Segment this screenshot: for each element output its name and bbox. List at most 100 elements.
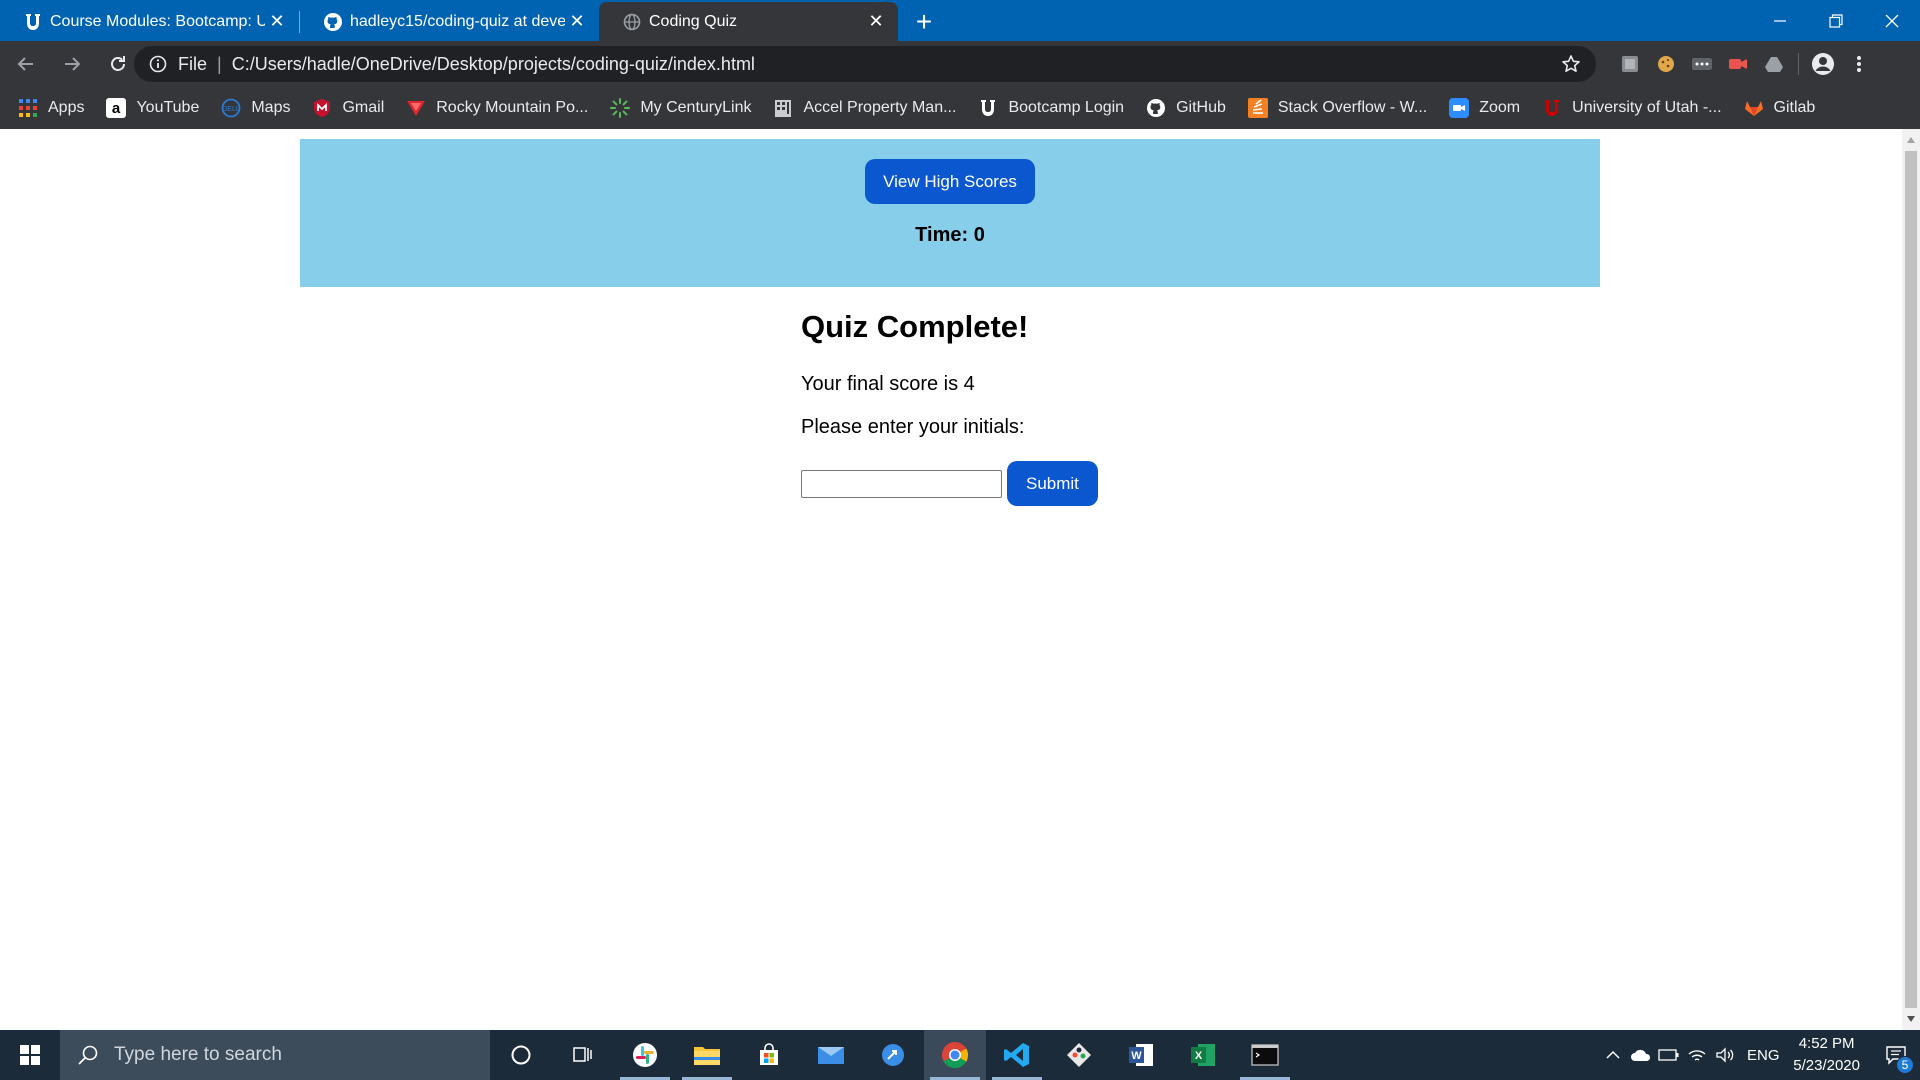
info-icon[interactable] — [148, 54, 168, 74]
scrollbar-thumb[interactable] — [1905, 151, 1917, 1008]
svg-text:a: a — [112, 100, 121, 117]
initials-input[interactable] — [801, 469, 1002, 498]
bookmark-maps[interactable]: DELL Maps — [221, 98, 290, 118]
view-high-scores-button[interactable]: View High Scores — [865, 159, 1035, 204]
taskbar-apps: W X — [490, 1030, 1296, 1080]
windows-start-icon[interactable] — [0, 1030, 60, 1080]
terminal-icon[interactable] — [1234, 1030, 1296, 1080]
language-indicator[interactable]: ENG — [1739, 1030, 1787, 1080]
quiz-complete-panel: Quiz Complete! Your final score is 4 Ple… — [801, 309, 1401, 506]
vscode-icon[interactable] — [986, 1030, 1048, 1080]
close-icon[interactable]: ✕ — [267, 11, 287, 31]
github-icon — [322, 11, 344, 33]
action-center-icon[interactable]: 5 — [1872, 1030, 1920, 1080]
drive-icon[interactable] — [1756, 48, 1792, 80]
bookmark-github[interactable]: GitHub — [1146, 98, 1226, 118]
tab-title: Coding Quiz — [649, 12, 738, 30]
svg-text:W: W — [1131, 1050, 1142, 1062]
bookmark-label: Stack Overflow - W... — [1277, 99, 1428, 116]
centurylink-icon — [610, 98, 631, 118]
slack-icon[interactable] — [614, 1030, 676, 1080]
address-bar[interactable]: File | C:/Users/hadle/OneDrive/Desktop/p… — [134, 46, 1596, 82]
microsoft-store-icon[interactable] — [738, 1030, 800, 1080]
bookmark-label: Gmail — [342, 99, 385, 116]
divider — [1798, 53, 1799, 75]
clock[interactable]: 4:52 PM 5/23/2020 — [1793, 1033, 1860, 1077]
url-scheme-label: File — [178, 53, 208, 74]
bookmark-label: Gitlab — [1773, 99, 1816, 116]
bookmark-label: Zoom — [1479, 99, 1521, 116]
scroll-down-arrow-icon[interactable] — [1902, 1010, 1920, 1028]
vertical-scrollbar[interactable] — [1902, 129, 1920, 1030]
amazon-icon: a — [106, 98, 127, 118]
bookmark-rocky-mountain[interactable]: Rocky Mountain Po... — [406, 98, 588, 118]
globe-icon — [621, 11, 643, 33]
clock-date: 5/23/2020 — [1793, 1057, 1860, 1074]
extension-square-icon[interactable] — [1612, 48, 1648, 80]
search-icon — [76, 1043, 100, 1067]
speaker-icon[interactable] — [1711, 1030, 1739, 1080]
microsoft-excel-icon[interactable]: X — [1172, 1030, 1234, 1080]
tab-title: Course Modules: Bootcamp: UofU — [50, 12, 265, 30]
onedrive-cloud-icon[interactable] — [1627, 1030, 1655, 1080]
wifi-icon[interactable] — [1683, 1030, 1711, 1080]
close-window-icon[interactable] — [1864, 0, 1920, 41]
chrome-icon[interactable] — [924, 1030, 986, 1080]
battery-icon[interactable] — [1655, 1030, 1683, 1080]
file-explorer-icon[interactable] — [676, 1030, 738, 1080]
restore-icon[interactable] — [1808, 0, 1864, 41]
menu-kebab-icon[interactable] — [1841, 48, 1877, 80]
stackoverflow-icon — [1247, 98, 1268, 118]
new-tab-button[interactable]: + — [904, 2, 944, 41]
scroll-up-arrow-icon[interactable] — [1902, 131, 1920, 149]
clock-time: 4:52 PM — [1798, 1035, 1855, 1052]
bookmark-gmail[interactable]: Gmail — [312, 98, 384, 118]
microsoft-word-icon[interactable]: W — [1110, 1030, 1172, 1080]
chevron-up-icon[interactable] — [1599, 1030, 1627, 1080]
zoom-icon — [1449, 98, 1470, 118]
cookie-icon[interactable] — [1648, 48, 1684, 80]
bookmark-youtube[interactable]: a YouTube — [106, 98, 199, 118]
profile-avatar-icon[interactable] — [1805, 48, 1841, 80]
tab-course-modules[interactable]: Course Modules: Bootcamp: UofU ✕ — [0, 2, 299, 41]
cortana-icon[interactable] — [490, 1030, 552, 1080]
building-icon — [773, 98, 793, 118]
extensions-area — [1612, 48, 1877, 80]
git-kraken-icon[interactable] — [1048, 1030, 1110, 1080]
forward-arrow-icon[interactable] — [52, 44, 92, 84]
remote-desktop-icon[interactable] — [862, 1030, 924, 1080]
utah-u-icon — [978, 98, 998, 118]
system-tray: ENG 4:52 PM 5/23/2020 5 — [1599, 1030, 1920, 1080]
bookmark-bootcamp-login[interactable]: Bootcamp Login — [978, 98, 1124, 118]
bookmark-accel-property[interactable]: Accel Property Man... — [773, 98, 956, 118]
recorder-icon[interactable] — [1720, 48, 1756, 80]
rocky-mountain-icon — [406, 98, 426, 118]
bookmark-university-of-utah[interactable]: University of Utah -... — [1542, 98, 1722, 118]
taskbar-search-box[interactable]: Type here to search — [60, 1030, 490, 1080]
back-arrow-icon[interactable] — [6, 44, 46, 84]
minimize-icon[interactable] — [1752, 0, 1808, 41]
url-text[interactable]: C:/Users/hadle/OneDrive/Desktop/projects… — [232, 54, 755, 75]
mcafee-icon — [312, 98, 332, 118]
svg-text:DELL: DELL — [223, 106, 241, 113]
bookmark-gitlab[interactable]: Gitlab — [1744, 98, 1816, 118]
bookmark-stack-overflow[interactable]: Stack Overflow - W... — [1247, 98, 1428, 118]
mail-icon[interactable] — [800, 1030, 862, 1080]
reload-icon[interactable] — [98, 44, 138, 84]
page-title: Quiz Complete! — [801, 309, 1029, 344]
close-icon[interactable]: ✕ — [567, 11, 587, 31]
submit-button[interactable]: Submit — [1007, 461, 1098, 506]
close-icon[interactable]: ✕ — [866, 11, 886, 31]
divider: | — [217, 53, 222, 74]
more-extension-icon[interactable] — [1684, 48, 1720, 80]
tab-github-coding-quiz[interactable]: hadleyc15/coding-quiz at develop ✕ — [300, 2, 599, 41]
tab-coding-quiz[interactable]: Coding Quiz ✕ — [599, 2, 898, 41]
bookmark-centurylink[interactable]: My CenturyLink — [610, 98, 751, 118]
task-view-icon[interactable] — [552, 1030, 614, 1080]
bookmark-zoom[interactable]: Zoom — [1449, 98, 1520, 118]
bookmark-label: Apps — [48, 99, 85, 116]
bookmark-label: Bootcamp Login — [1008, 99, 1125, 116]
bookmark-apps[interactable]: Apps — [18, 98, 84, 118]
bookmark-star-icon[interactable] — [1560, 53, 1582, 75]
search-placeholder: Type here to search — [114, 1044, 282, 1065]
